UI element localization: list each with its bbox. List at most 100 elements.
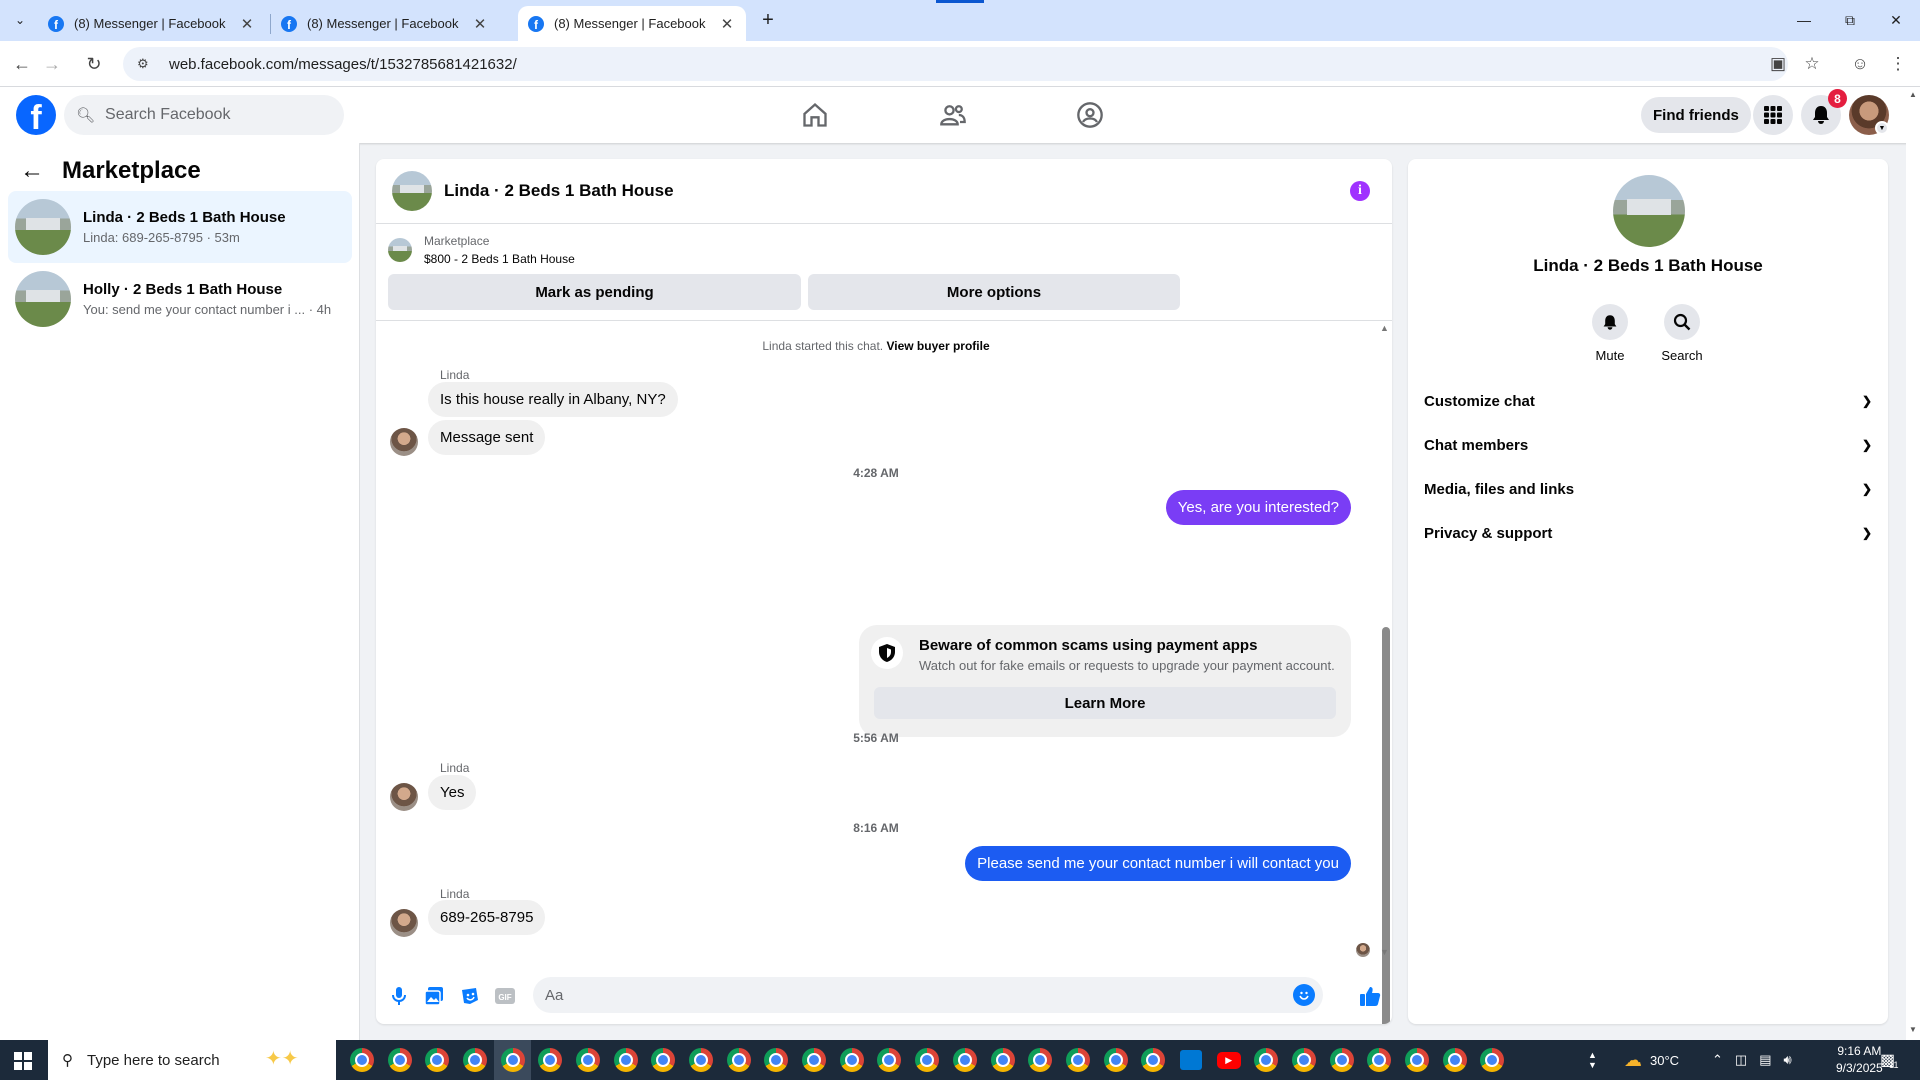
view-buyer-profile-link[interactable]: View buyer profile — [886, 339, 989, 353]
network-icon[interactable]: ▤ — [1759, 1052, 1771, 1068]
message-input-box[interactable] — [533, 977, 1323, 1013]
chrome-icon[interactable] — [456, 1040, 494, 1080]
scroll-up-arrow-icon[interactable]: ▲ — [1909, 90, 1917, 99]
microsoft-store-icon[interactable] — [1172, 1040, 1210, 1080]
media-files-links-section[interactable]: Media, files and links ❯ — [1424, 467, 1872, 511]
chrome-icon[interactable] — [343, 1040, 381, 1080]
chrome-icon[interactable] — [758, 1040, 796, 1080]
tab-close-icon[interactable]: ✕ — [238, 15, 256, 33]
restore-window-button[interactable]: ⧉ — [1827, 0, 1873, 40]
site-settings-icon[interactable]: ⚙ — [137, 56, 155, 72]
linda-avatar[interactable] — [390, 909, 418, 937]
linda-avatar[interactable] — [390, 783, 418, 811]
tab-close-icon[interactable]: ✕ — [718, 15, 736, 33]
new-tab-button[interactable]: + — [756, 8, 780, 32]
chrome-icon[interactable] — [1323, 1040, 1361, 1080]
facebook-logo-icon[interactable]: f — [16, 95, 56, 135]
facebook-search-input[interactable] — [105, 106, 326, 124]
chrome-icon[interactable] — [1248, 1040, 1286, 1080]
chrome-icon[interactable] — [682, 1040, 720, 1080]
photo-icon[interactable] — [422, 984, 446, 1008]
taskbar-scroll-arrows[interactable]: ▲ ▼ — [1588, 1040, 1597, 1080]
youtube-icon[interactable]: ▶ — [1210, 1040, 1248, 1080]
chrome-icon[interactable] — [1361, 1040, 1399, 1080]
chrome-icon[interactable] — [795, 1040, 833, 1080]
chrome-icon[interactable] — [569, 1040, 607, 1080]
scroll-up-arrow-icon[interactable]: ▲ — [1380, 323, 1389, 333]
chrome-icon[interactable] — [1134, 1040, 1172, 1080]
microphone-icon[interactable] — [387, 984, 411, 1008]
address-bar[interactable]: ⚙ web.facebook.com/messages/t/1532785681… — [123, 47, 1788, 81]
chrome-icon[interactable] — [1474, 1040, 1512, 1080]
bookmark-star-icon[interactable]: ☆ — [1796, 48, 1828, 80]
tab-close-icon[interactable]: ✕ — [471, 15, 489, 33]
facebook-search-box[interactable]: 🔍︎ — [64, 95, 344, 135]
chevron-down-icon[interactable]: ▼ — [1875, 121, 1889, 135]
chrome-icon[interactable] — [531, 1040, 569, 1080]
browser-tab-1[interactable]: f (8) Messenger | Facebook ✕ — [38, 6, 266, 41]
find-friends-button[interactable]: Find friends — [1641, 97, 1751, 133]
conversation-item-holly[interactable]: Holly · 2 Beds 1 Bath House You: send me… — [8, 263, 352, 335]
chrome-icon[interactable] — [381, 1040, 419, 1080]
chrome-icon[interactable] — [1097, 1040, 1135, 1080]
copilot-sparkle-icon[interactable]: ✦✦ — [265, 1046, 299, 1071]
install-app-icon[interactable]: ▣ — [1762, 48, 1794, 80]
chrome-icon[interactable] — [1021, 1040, 1059, 1080]
chrome-icon[interactable] — [1285, 1040, 1323, 1080]
chrome-icon[interactable] — [493, 1040, 532, 1080]
chat-scrollbar[interactable]: ▲ ▼ — [1378, 321, 1392, 1024]
menu-grid-icon[interactable] — [1753, 95, 1793, 135]
conversation-info-icon[interactable]: i — [1350, 181, 1370, 201]
message-input[interactable] — [545, 986, 1245, 1004]
customize-chat-section[interactable]: Customize chat ❯ — [1424, 379, 1872, 423]
tab-search-menu-button[interactable]: ⌄ — [8, 8, 32, 32]
browser-profile-icon[interactable]: ☺ — [1844, 48, 1876, 80]
chrome-icon[interactable] — [984, 1040, 1022, 1080]
listing-summary[interactable]: Marketplace $800 - 2 Beds 1 Bath House — [388, 232, 575, 268]
chrome-icon[interactable] — [645, 1040, 683, 1080]
scroll-down-arrow-icon[interactable]: ▼ — [1380, 947, 1389, 957]
info-house-avatar[interactable] — [1613, 175, 1685, 247]
chrome-icon[interactable] — [720, 1040, 758, 1080]
sticker-icon[interactable] — [458, 984, 482, 1008]
chat-members-section[interactable]: Chat members ❯ — [1424, 423, 1872, 467]
taskbar-clock[interactable]: 9:16 AM 9/3/2025 — [1836, 1043, 1883, 1077]
scrollbar-thumb[interactable] — [1382, 627, 1390, 1024]
privacy-support-section[interactable]: Privacy & support ❯ — [1424, 511, 1872, 555]
chrome-icon[interactable] — [946, 1040, 984, 1080]
mark-as-pending-button[interactable]: Mark as pending — [388, 274, 801, 310]
chrome-icon[interactable] — [871, 1040, 909, 1080]
show-hidden-icons-icon[interactable]: ⌃ — [1712, 1052, 1723, 1068]
conversation-item-linda[interactable]: Linda · 2 Beds 1 Bath House Linda: 689-2… — [8, 191, 352, 263]
back-arrow-icon[interactable]: ← — [20, 157, 44, 185]
linda-avatar[interactable] — [390, 428, 418, 456]
chrome-icon[interactable] — [607, 1040, 645, 1080]
browser-tab-3-active[interactable]: f (8) Messenger | Facebook ✕ — [518, 6, 746, 41]
minimize-window-button[interactable]: — — [1781, 0, 1827, 40]
friends-nav-icon[interactable] — [898, 87, 1008, 143]
chrome-icon[interactable] — [833, 1040, 871, 1080]
forward-arrow-icon[interactable]: → — [38, 50, 66, 78]
chat-house-avatar[interactable] — [392, 171, 432, 211]
weather-widget[interactable]: ☁ 30°C — [1624, 1040, 1679, 1080]
gif-icon[interactable]: GIF — [493, 984, 517, 1008]
close-window-button[interactable]: ✕ — [1873, 0, 1919, 40]
chat-title[interactable]: Linda · 2 Beds 1 Bath House — [444, 181, 674, 201]
learn-more-button[interactable]: Learn More — [874, 687, 1336, 719]
action-center-icon[interactable]: ▩ 11 — [1880, 1040, 1898, 1080]
reload-icon[interactable]: ↻ — [80, 50, 108, 78]
back-arrow-icon[interactable]: ← — [8, 50, 36, 78]
page-scrollbar[interactable]: ▲ ▼ — [1906, 87, 1920, 1040]
home-nav-icon[interactable] — [760, 87, 870, 143]
chrome-icon[interactable] — [418, 1040, 456, 1080]
mute-button[interactable]: Mute — [1580, 304, 1640, 363]
more-options-button[interactable]: More options — [808, 274, 1180, 310]
chrome-icon[interactable] — [908, 1040, 946, 1080]
groups-nav-icon[interactable] — [1035, 87, 1145, 143]
search-in-conversation-button[interactable]: Search — [1652, 304, 1712, 363]
windows-start-icon[interactable] — [14, 1052, 32, 1070]
thumbs-up-icon[interactable] — [1358, 984, 1382, 1008]
browser-menu-icon[interactable]: ⋮ — [1882, 48, 1914, 80]
emoji-icon[interactable] — [1293, 984, 1315, 1006]
volume-icon[interactable]: 🔊︎ — [1784, 1052, 1792, 1068]
